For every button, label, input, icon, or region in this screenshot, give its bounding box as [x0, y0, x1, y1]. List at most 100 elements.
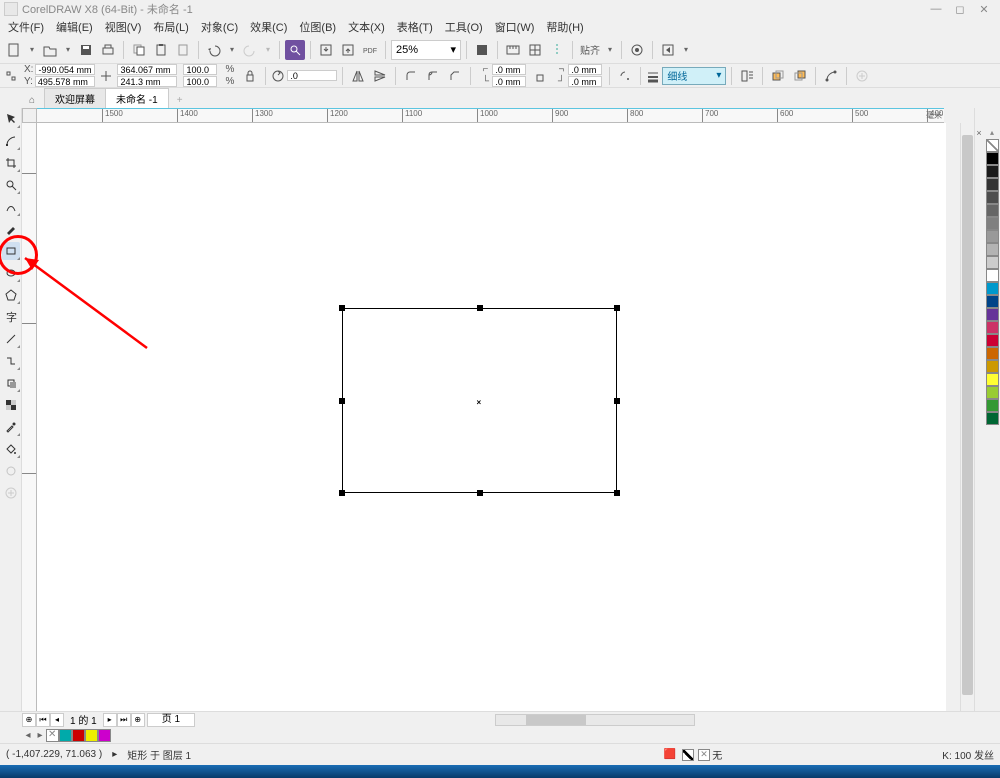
polygon-tool[interactable]	[2, 286, 20, 304]
palette-swatch-none[interactable]	[986, 139, 999, 152]
page-prev[interactable]: ◂	[50, 713, 64, 727]
horizontal-scrollbar[interactable]	[495, 714, 695, 726]
zoom-tool[interactable]	[2, 176, 20, 194]
palette-swatch[interactable]	[986, 373, 999, 386]
page-add-start[interactable]: ⊕	[22, 713, 36, 727]
palette-swatch[interactable]	[986, 321, 999, 334]
shape-tool[interactable]	[2, 132, 20, 150]
palette-swatch[interactable]	[986, 178, 999, 191]
corner-tl-input[interactable]	[492, 64, 526, 75]
copy-button[interactable]	[129, 40, 149, 60]
scale-x-input[interactable]	[183, 64, 217, 75]
pos-x-input[interactable]	[35, 64, 95, 75]
rectangle-shape[interactable]: ×	[342, 308, 617, 493]
snap-dropdown[interactable]: ▾	[604, 45, 616, 54]
undo-button[interactable]	[204, 40, 224, 60]
palette-swatch[interactable]	[986, 165, 999, 178]
undo-dropdown[interactable]: ▾	[226, 45, 238, 54]
crop-tool[interactable]	[2, 154, 20, 172]
vertical-scrollbar[interactable]	[960, 123, 974, 711]
menu-help[interactable]: 帮助(H)	[540, 19, 589, 35]
doc-swatch[interactable]	[72, 729, 85, 742]
pick-tool[interactable]	[2, 110, 20, 128]
palette-swatch[interactable]	[986, 191, 999, 204]
quick-customize-button[interactable]	[852, 66, 872, 86]
menu-view[interactable]: 视图(V)	[99, 19, 148, 35]
resize-handle-bl[interactable]	[339, 490, 345, 496]
new-button[interactable]	[4, 40, 24, 60]
transparency-tool[interactable]	[2, 396, 20, 414]
ellipse-tool[interactable]	[2, 264, 20, 282]
connector-tool[interactable]	[2, 352, 20, 370]
doc-swatch-none[interactable]	[46, 729, 59, 742]
drawing-canvas[interactable]: ×	[37, 123, 946, 711]
rectangle-tool[interactable]	[2, 242, 20, 260]
pos-y-input[interactable]	[35, 76, 95, 87]
add-tab-button[interactable]: +	[172, 92, 188, 108]
resize-handle-tl[interactable]	[339, 305, 345, 311]
menu-table[interactable]: 表格(T)	[391, 19, 439, 35]
palette-swatch[interactable]	[986, 230, 999, 243]
docker-panel[interactable]: ×	[974, 108, 984, 711]
palette-swatch[interactable]	[986, 347, 999, 360]
options-button[interactable]	[627, 40, 647, 60]
palette-swatch[interactable]	[986, 334, 999, 347]
palette-left-icon[interactable]: ◂	[22, 730, 34, 741]
palette-swatch[interactable]	[986, 386, 999, 399]
palette-swatch[interactable]	[986, 217, 999, 230]
palette-swatch[interactable]	[986, 269, 999, 282]
menu-edit[interactable]: 编辑(E)	[50, 19, 99, 35]
resize-handle-br[interactable]	[614, 490, 620, 496]
interactive-fill-tool[interactable]	[2, 440, 20, 458]
fill-swatch[interactable]	[682, 749, 694, 761]
outline-width-select[interactable]: 细线▾	[662, 67, 726, 85]
save-button[interactable]	[76, 40, 96, 60]
palette-up-icon[interactable]: ▴	[990, 128, 994, 137]
lock-ratio-button[interactable]	[240, 66, 260, 86]
resize-handle-ml[interactable]	[339, 398, 345, 404]
palette-swatch[interactable]	[986, 295, 999, 308]
quick-customize-tools[interactable]	[2, 484, 20, 502]
palette-swatch[interactable]	[986, 360, 999, 373]
vertical-ruler[interactable]	[22, 123, 37, 711]
scale-y-input[interactable]	[183, 76, 217, 87]
palette-swatch[interactable]	[986, 204, 999, 217]
menu-tools[interactable]: 工具(O)	[439, 19, 489, 35]
convert-curves-button[interactable]	[821, 66, 841, 86]
corner-br-input[interactable]	[568, 76, 602, 87]
parallel-dimension-tool[interactable]	[2, 330, 20, 348]
new-dropdown[interactable]: ▾	[26, 45, 38, 54]
tab-document-1[interactable]: 未命名 -1	[105, 88, 169, 108]
text-tool[interactable]: 字	[2, 308, 20, 326]
home-icon[interactable]: ⌂	[24, 92, 40, 108]
artistic-media-tool[interactable]	[2, 220, 20, 238]
snap-label[interactable]: 贴齐	[578, 42, 602, 57]
palette-swatch[interactable]	[986, 412, 999, 425]
launch-button[interactable]	[658, 40, 678, 60]
palette-swatch[interactable]	[986, 308, 999, 321]
menu-window[interactable]: 窗口(W)	[489, 19, 541, 35]
horizontal-ruler[interactable]: 1500 1400 1300 1200 1100 1000 900 800 70…	[37, 108, 944, 123]
palette-swatch[interactable]	[986, 282, 999, 295]
zoom-select[interactable]: 25%▾	[391, 40, 461, 60]
drop-shadow-tool[interactable]	[2, 374, 20, 392]
ruler-corner[interactable]	[22, 108, 37, 123]
page-tab-1[interactable]: 页 1	[147, 713, 195, 727]
show-guides-button[interactable]	[547, 40, 567, 60]
doc-swatch[interactable]	[98, 729, 111, 742]
fullscreen-button[interactable]	[472, 40, 492, 60]
resize-handle-tm[interactable]	[477, 305, 483, 311]
page-add-end[interactable]: ⊕	[131, 713, 145, 727]
print-button[interactable]	[98, 40, 118, 60]
redo-dropdown[interactable]: ▾	[262, 45, 274, 54]
palette-right-icon[interactable]: ▸	[34, 730, 46, 741]
menu-effects[interactable]: 效果(C)	[244, 19, 293, 35]
close-button[interactable]: ✕	[972, 1, 996, 17]
redo-button[interactable]	[240, 40, 260, 60]
page-next[interactable]: ▸	[103, 713, 117, 727]
eyedropper-tool[interactable]	[2, 418, 20, 436]
freehand-tool[interactable]	[2, 198, 20, 216]
corner-round-button[interactable]	[401, 66, 421, 86]
open-dropdown[interactable]: ▾	[62, 45, 74, 54]
palette-swatch[interactable]	[986, 256, 999, 269]
